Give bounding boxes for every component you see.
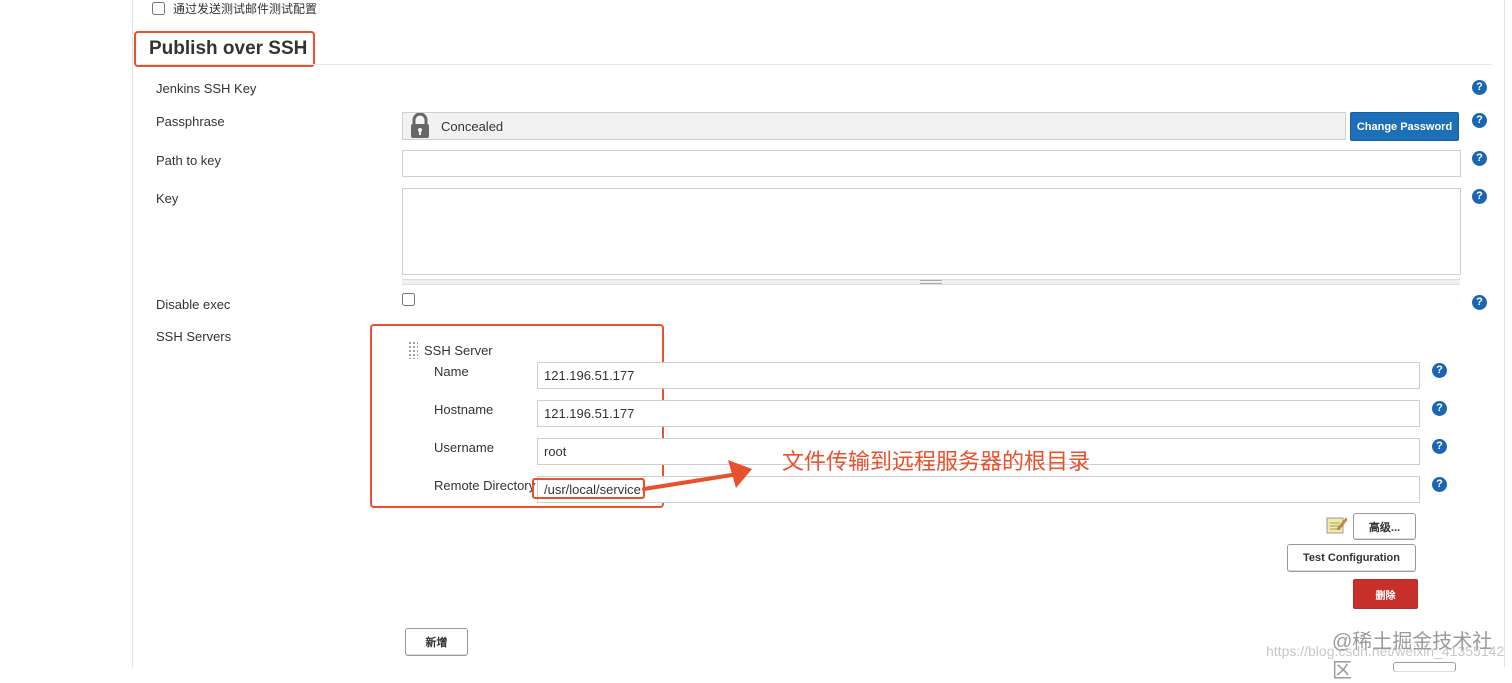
- key-help-icon[interactable]: ?: [1472, 189, 1487, 204]
- jenkins-ssh-key-label: Jenkins SSH Key: [156, 81, 257, 96]
- change-password-button[interactable]: Change Password: [1350, 112, 1459, 141]
- remote-directory-highlight-box: [532, 478, 645, 499]
- hostname-input[interactable]: 121.196.51.177: [537, 400, 1420, 427]
- key-textarea[interactable]: [402, 188, 1461, 275]
- ssh-servers-label: SSH Servers: [156, 329, 232, 344]
- username-label: Username: [434, 440, 494, 455]
- jenkins-ssh-key-help-icon[interactable]: ?: [1472, 80, 1487, 95]
- test-configuration-button[interactable]: Test Configuration: [1287, 544, 1416, 572]
- username-help-icon[interactable]: ?: [1432, 439, 1447, 454]
- hostname-label: Hostname: [434, 402, 494, 417]
- notepad-icon: [1326, 517, 1348, 534]
- path-to-key-input[interactable]: [402, 150, 1461, 177]
- lock-icon: [409, 112, 431, 139]
- server-name-input[interactable]: 121.196.51.177: [537, 362, 1420, 389]
- resize-grip-icon[interactable]: [920, 280, 942, 284]
- watermark-brand: @稀土掘金技术社区: [1332, 631, 1493, 682]
- server-name-label: Name: [434, 364, 469, 379]
- advanced-button[interactable]: 高级...: [1353, 513, 1416, 540]
- key-label: Key: [156, 191, 179, 206]
- disable-exec-help-icon[interactable]: ?: [1472, 295, 1487, 310]
- disable-exec-checkbox[interactable]: [402, 293, 415, 306]
- annotation-text: 文件传输到远程服务器的根目录: [782, 449, 1091, 474]
- test-email-option: 通过发送测试邮件测试配置: [152, 0, 317, 16]
- left-border: [132, 0, 133, 667]
- annotation-arrow-icon: [642, 460, 752, 491]
- server-name-help-icon[interactable]: ?: [1432, 363, 1447, 378]
- path-to-key-help-icon[interactable]: ?: [1472, 151, 1487, 166]
- delete-server-button[interactable]: 删除: [1353, 579, 1418, 609]
- test-email-checkbox[interactable]: [152, 1, 165, 15]
- section-divider: [140, 64, 1492, 65]
- add-server-button[interactable]: 新增: [405, 628, 468, 656]
- ssh-server-title: SSH Server: [424, 343, 493, 358]
- right-border: [1504, 0, 1505, 667]
- passphrase-concealed-field: Concealed: [402, 112, 1346, 140]
- disable-exec-label: Disable exec: [156, 297, 231, 312]
- remote-directory-label: Remote Directory: [434, 478, 536, 493]
- drag-handle-icon[interactable]: [408, 341, 418, 359]
- section-title: Publish over SSH: [149, 38, 308, 59]
- remote-directory-help-icon[interactable]: ?: [1432, 477, 1447, 492]
- hostname-help-icon[interactable]: ?: [1432, 401, 1447, 416]
- passphrase-help-icon[interactable]: ?: [1472, 113, 1487, 128]
- test-email-label: 通过发送测试邮件测试配置: [173, 1, 318, 16]
- passphrase-value: Concealed: [441, 118, 504, 134]
- path-to-key-label: Path to key: [156, 153, 222, 168]
- passphrase-label: Passphrase: [156, 114, 225, 129]
